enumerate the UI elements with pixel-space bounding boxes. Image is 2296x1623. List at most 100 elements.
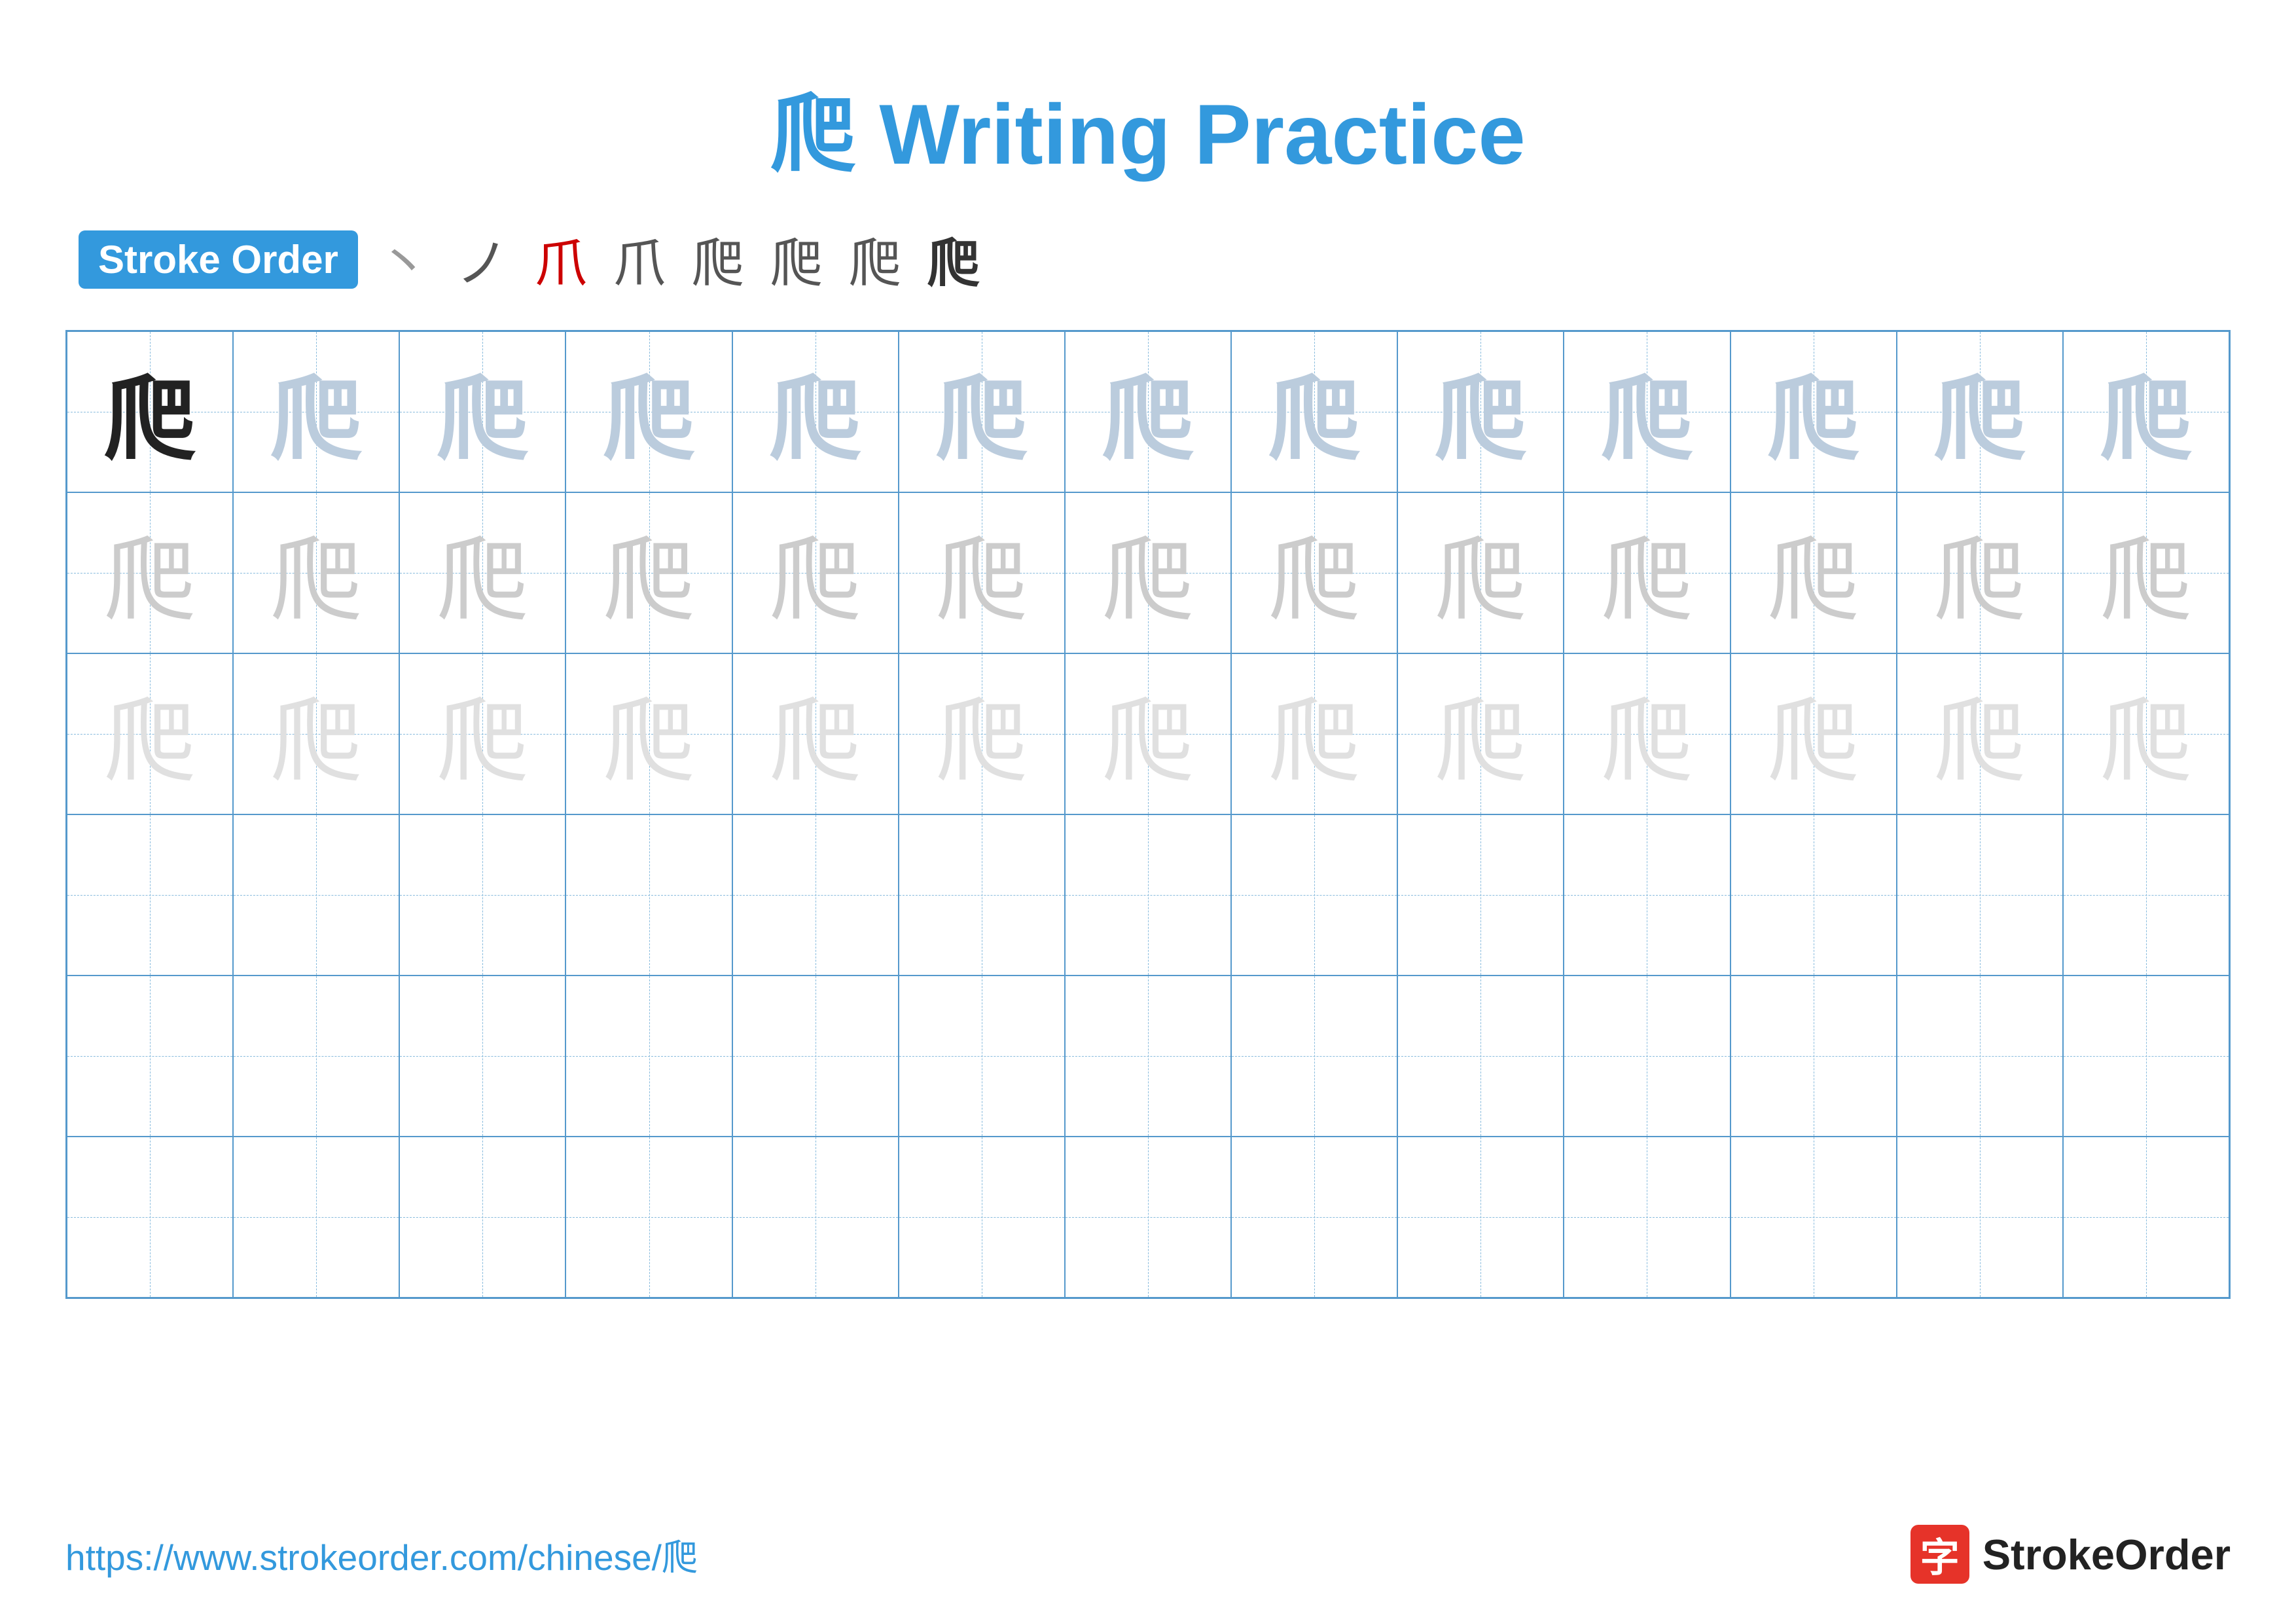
grid-cell[interactable]: 爬 <box>399 976 565 1137</box>
grid-cell: 爬 <box>565 492 732 653</box>
cell-char: 爬 <box>1435 668 1526 800</box>
grid-cell: 爬 <box>1731 331 1897 492</box>
grid-cell: 爬 <box>67 492 233 653</box>
grid-cell: 爬 <box>2063 331 2229 492</box>
grid-cell[interactable]: 爬 <box>1731 1137 1897 1298</box>
grid-cell[interactable]: 爬 <box>1397 814 1564 976</box>
grid-cell[interactable]: 爬 <box>2063 1137 2229 1298</box>
cell-char: 爬 <box>1268 346 1360 478</box>
cell-char: 爬 <box>270 346 362 478</box>
grid-cell: 爬 <box>399 331 565 492</box>
grid-cell: 爬 <box>1564 331 1730 492</box>
grid-cell[interactable]: 爬 <box>899 976 1065 1137</box>
cell-char: 爬 <box>1934 1151 2026 1283</box>
cell-char: 爬 <box>437 990 528 1122</box>
cell-char: 爬 <box>770 1151 861 1283</box>
grid-cell[interactable]: 爬 <box>67 1137 233 1298</box>
cell-char: 爬 <box>1268 507 1360 639</box>
cell-char: 爬 <box>1435 1151 1526 1283</box>
grid-cell[interactable]: 爬 <box>899 1137 1065 1298</box>
cell-char: 爬 <box>936 829 1028 961</box>
page-container: 爬 Writing Practice Stroke Order 丶 ノ 爪 爪 … <box>0 0 2296 1623</box>
grid-cell[interactable]: 爬 <box>1065 1137 1231 1298</box>
grid-cell[interactable]: 爬 <box>1231 814 1397 976</box>
cell-char: 爬 <box>603 668 695 800</box>
cell-char: 爬 <box>603 990 695 1122</box>
cell-char: 爬 <box>2100 829 2192 961</box>
grid-cell[interactable]: 爬 <box>233 814 399 976</box>
cell-char: 爬 <box>270 507 362 639</box>
stroke-steps: 丶 ノ 爪 爪 爬 爬 爬 爬 <box>378 221 980 297</box>
grid-cell: 爬 <box>67 331 233 492</box>
footer: https://www.strokeorder.com/chinese/爬 字 … <box>65 1525 2231 1584</box>
grid-cell[interactable]: 爬 <box>1564 1137 1730 1298</box>
grid-cell[interactable]: 爬 <box>233 976 399 1137</box>
grid-cell[interactable]: 爬 <box>399 1137 565 1298</box>
practice-grid: 爬爬爬爬爬爬爬爬爬爬爬爬爬爬爬爬爬爬爬爬爬爬爬爬爬爬爬爬爬爬爬爬爬爬爬爬爬爬爬爬… <box>65 330 2231 1299</box>
grid-cell[interactable]: 爬 <box>1397 1137 1564 1298</box>
cell-char: 爬 <box>770 346 861 478</box>
grid-cell[interactable]: 爬 <box>1564 814 1730 976</box>
cell-char: 爬 <box>437 829 528 961</box>
grid-cell: 爬 <box>1897 331 2063 492</box>
cell-char: 爬 <box>770 668 861 800</box>
cell-char: 爬 <box>1768 346 1859 478</box>
cell-char: 爬 <box>1435 990 1526 1122</box>
grid-cell: 爬 <box>233 331 399 492</box>
grid-cell[interactable]: 爬 <box>1897 976 2063 1137</box>
grid-cell: 爬 <box>565 653 732 814</box>
grid-cell[interactable]: 爬 <box>2063 976 2229 1137</box>
grid-cell[interactable]: 爬 <box>233 1137 399 1298</box>
grid-cell[interactable]: 爬 <box>732 976 899 1137</box>
cell-char: 爬 <box>1768 507 1859 639</box>
grid-cell[interactable]: 爬 <box>1065 814 1231 976</box>
grid-cell: 爬 <box>233 653 399 814</box>
grid-cell: 爬 <box>1731 653 1897 814</box>
grid-cell[interactable]: 爬 <box>67 814 233 976</box>
cell-char: 爬 <box>270 990 362 1122</box>
grid-cell[interactable]: 爬 <box>1897 814 2063 976</box>
grid-cell: 爬 <box>1897 492 2063 653</box>
cell-char: 爬 <box>1102 507 1194 639</box>
grid-cell[interactable]: 爬 <box>732 814 899 976</box>
cell-char: 爬 <box>1102 346 1194 478</box>
grid-cell[interactable]: 爬 <box>1731 814 1897 976</box>
grid-cell[interactable]: 爬 <box>565 976 732 1137</box>
grid-cell[interactable]: 爬 <box>1397 976 1564 1137</box>
cell-char: 爬 <box>1601 829 1693 961</box>
cell-char: 爬 <box>2100 1151 2192 1283</box>
grid-cell[interactable]: 爬 <box>67 976 233 1137</box>
grid-cell: 爬 <box>1065 492 1231 653</box>
grid-cell[interactable]: 爬 <box>1564 976 1730 1137</box>
grid-cell[interactable]: 爬 <box>1065 976 1231 1137</box>
grid-cell: 爬 <box>1065 331 1231 492</box>
cell-char: 爬 <box>1934 990 2026 1122</box>
grid-cell[interactable]: 爬 <box>1231 976 1397 1137</box>
grid-cell: 爬 <box>1231 653 1397 814</box>
grid-cell[interactable]: 爬 <box>1731 976 1897 1137</box>
cell-char: 爬 <box>270 1151 362 1283</box>
cell-char: 爬 <box>1934 829 2026 961</box>
grid-cell: 爬 <box>1231 331 1397 492</box>
page-title: 爬 Writing Practice <box>770 86 1525 182</box>
stroke-order-row: Stroke Order 丶 ノ 爪 爪 爬 爬 爬 爬 <box>79 221 2231 297</box>
grid-cell[interactable]: 爬 <box>1897 1137 2063 1298</box>
cell-char: 爬 <box>104 668 196 800</box>
grid-cell: 爬 <box>732 492 899 653</box>
cell-char: 爬 <box>603 829 695 961</box>
grid-cell[interactable]: 爬 <box>399 814 565 976</box>
grid-cell: 爬 <box>1231 492 1397 653</box>
grid-cell[interactable]: 爬 <box>565 814 732 976</box>
grid-cell[interactable]: 爬 <box>732 1137 899 1298</box>
footer-url[interactable]: https://www.strokeorder.com/chinese/爬 <box>65 1528 698 1580</box>
grid-cell[interactable]: 爬 <box>1231 1137 1397 1298</box>
grid-cell[interactable]: 爬 <box>565 1137 732 1298</box>
grid-cell[interactable]: 爬 <box>899 814 1065 976</box>
cell-char: 爬 <box>1601 990 1693 1122</box>
cell-char: 爬 <box>770 990 861 1122</box>
cell-char: 爬 <box>104 990 196 1122</box>
grid-cell: 爬 <box>1731 492 1897 653</box>
logo-text: StrokeOrder <box>1982 1530 2231 1579</box>
title-char: 爬 <box>770 88 855 183</box>
grid-cell[interactable]: 爬 <box>2063 814 2229 976</box>
